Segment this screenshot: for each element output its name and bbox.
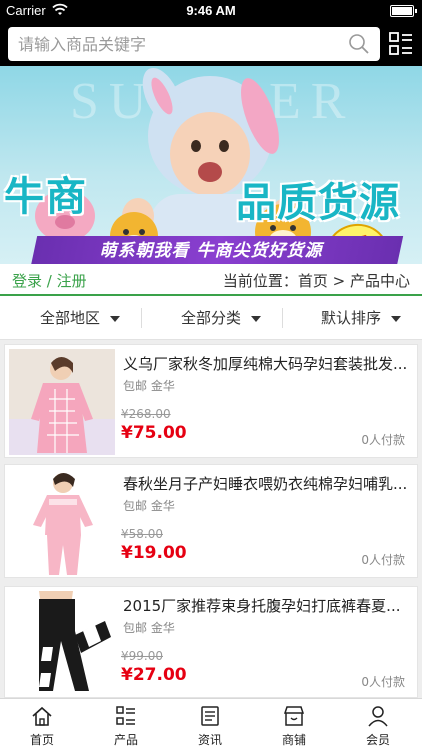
news-icon xyxy=(201,706,219,726)
tab-store[interactable]: 商铺 xyxy=(252,699,336,750)
search-box[interactable] xyxy=(8,27,380,61)
original-price: ¥268.00 xyxy=(121,407,171,421)
payment-count: 0人付款 xyxy=(361,553,405,567)
sale-price-value: 27.00 xyxy=(132,665,187,685)
product-card[interactable]: 2015厂家推荐束身托腹孕妇打底裤春夏... 包邮 金华 ¥99.00 ¥27.… xyxy=(4,586,418,698)
tab-member[interactable]: 会员 xyxy=(336,699,420,750)
sale-price-value: 75.00 xyxy=(132,423,187,443)
status-bar: Carrier 9:46 AM xyxy=(0,0,422,22)
banner-quality-title: 品质货源 xyxy=(236,180,400,226)
shipping-label: 包邮 xyxy=(123,621,148,635)
filter-bar: 全部地区 全部分类 默认排序 xyxy=(0,296,422,340)
promo-banner[interactable]: SUMMER 牛商 品质货源 秋季 新品 萌系朝我看 牛商尖货好货源 xyxy=(0,66,422,264)
tab-home[interactable]: 首页 xyxy=(0,699,84,750)
currency-symbol: ¥ xyxy=(121,665,133,685)
filter-divider xyxy=(282,308,283,328)
filter-region-label: 全部地区 xyxy=(40,309,101,327)
tab-products[interactable]: 产品 xyxy=(84,699,168,750)
search-input[interactable] xyxy=(18,27,338,61)
origin-label: 金华 xyxy=(150,379,175,393)
tab-store-label: 商铺 xyxy=(281,733,306,747)
currency-symbol: ¥ xyxy=(121,543,133,563)
tab-news[interactable]: 资讯 xyxy=(168,699,252,750)
product-title[interactable]: 春秋坐月子产妇睡衣喂奶衣纯棉孕妇哺乳... xyxy=(123,473,415,494)
currency-symbol: ¥ xyxy=(121,423,133,443)
sale-price: ¥75.00 xyxy=(121,423,187,443)
register-link[interactable]: 注册 xyxy=(57,272,87,290)
battery-icon xyxy=(390,5,417,17)
top-header xyxy=(0,22,422,66)
payment-count: 0人付款 xyxy=(361,675,405,689)
search-icon[interactable] xyxy=(348,33,370,55)
home-icon xyxy=(32,706,52,726)
list-icon xyxy=(116,706,135,725)
origin-label: 金华 xyxy=(150,621,175,635)
auth-separator: / xyxy=(42,272,57,290)
product-image xyxy=(9,469,115,575)
product-title[interactable]: 2015厂家推荐束身托腹孕妇打底裤春夏... xyxy=(123,595,415,616)
caret-down-icon xyxy=(110,315,121,322)
user-icon xyxy=(368,706,388,727)
filter-sort-label: 默认排序 xyxy=(321,309,382,327)
grid-menu-icon[interactable] xyxy=(388,30,414,58)
login-link[interactable]: 登录 xyxy=(12,272,42,290)
product-card[interactable]: 义乌厂家秋冬加厚纯棉大码孕妇套装批发... 包邮 金华 ¥268.00 ¥75.… xyxy=(4,344,418,458)
product-image xyxy=(9,591,115,697)
banner-ribbon-text: 萌系朝我看 牛商尖货好货源 xyxy=(99,241,323,261)
product-meta: 包邮 金华 xyxy=(123,377,175,394)
caret-down-icon xyxy=(391,315,402,322)
store-icon xyxy=(283,706,305,726)
product-meta: 包邮 金华 xyxy=(123,497,175,514)
tab-home-label: 首页 xyxy=(29,733,54,747)
product-image xyxy=(9,349,115,455)
sale-price: ¥19.00 xyxy=(121,543,187,563)
tab-news-label: 资讯 xyxy=(197,733,222,747)
shipping-label: 包邮 xyxy=(123,379,148,393)
breadcrumb: 当前位置：首页 > 产品中心 xyxy=(222,272,410,290)
banner-brand-title: 牛商 xyxy=(4,174,88,220)
tab-products-label: 产品 xyxy=(113,733,138,747)
auth-links: 登录 / 注册 xyxy=(12,270,87,291)
status-time: 9:46 AM xyxy=(186,3,236,18)
shipping-label: 包邮 xyxy=(123,499,148,513)
sale-price: ¥27.00 xyxy=(121,665,187,685)
caret-down-icon xyxy=(251,315,262,322)
filter-sort-dropdown[interactable]: 默认排序 xyxy=(321,296,402,340)
origin-label: 金华 xyxy=(150,499,175,513)
original-price: ¥58.00 xyxy=(121,527,163,541)
filter-category-dropdown[interactable]: 全部分类 xyxy=(181,296,262,340)
payment-count: 0人付款 xyxy=(361,433,405,447)
product-card[interactable]: 春秋坐月子产妇睡衣喂奶衣纯棉孕妇哺乳... 包邮 金华 ¥58.00 ¥19.0… xyxy=(4,464,418,578)
sale-price-value: 19.00 xyxy=(132,543,187,563)
breadcrumb-bar: 登录 / 注册 当前位置：首页 > 产品中心 xyxy=(0,264,422,294)
product-meta: 包邮 金华 xyxy=(123,619,175,636)
original-price: ¥99.00 xyxy=(121,649,163,663)
tab-member-label: 会员 xyxy=(365,733,390,747)
filter-region-dropdown[interactable]: 全部地区 xyxy=(40,296,121,340)
product-title[interactable]: 义乌厂家秋冬加厚纯棉大码孕妇套装批发... xyxy=(123,353,415,374)
filter-divider xyxy=(141,308,142,328)
filter-category-label: 全部分类 xyxy=(181,309,242,327)
bottom-tab-bar: 首页 产品 资讯 商铺 会员 xyxy=(0,698,422,750)
